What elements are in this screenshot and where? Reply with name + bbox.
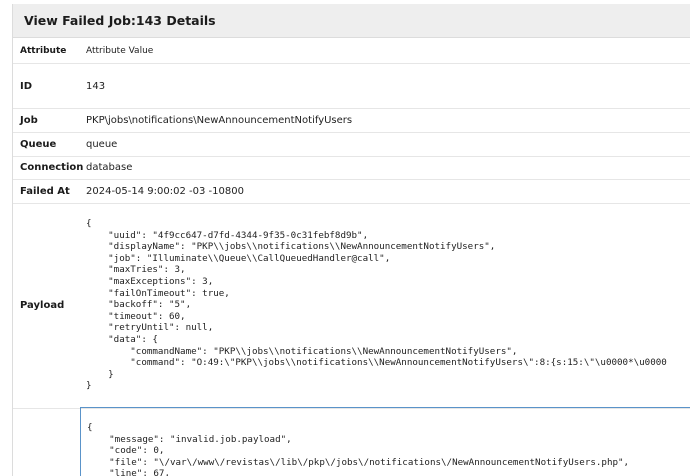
table-row-queue: Queue queue xyxy=(13,132,690,156)
table-row-failed-at: Failed At 2024-05-14 9:00:02 -03 -10800 xyxy=(13,179,690,203)
failed-job-details-panel: View Failed Job:143 Details Attribute At… xyxy=(12,4,690,476)
row-value: PKP\jobs\notifications\NewAnnouncementNo… xyxy=(86,115,353,126)
row-label: Connection xyxy=(20,162,84,173)
column-header-attribute: Attribute xyxy=(20,46,67,56)
exception-json: { "message": "invalid.job.payload", "cod… xyxy=(87,422,630,476)
column-header-value: Attribute Value xyxy=(86,46,154,56)
row-label: Queue xyxy=(20,139,57,150)
row-label: Job xyxy=(20,115,38,126)
table-row-job: Job PKP\jobs\notifications\NewAnnounceme… xyxy=(13,108,690,132)
table-row-payload: Payload { "uuid": "4f9cc647-d7fd-4344-9f… xyxy=(13,203,690,408)
row-value: queue xyxy=(86,139,118,150)
row-value: 2024-05-14 9:00:02 -03 -10800 xyxy=(86,186,244,197)
panel-title: View Failed Job:143 Details xyxy=(13,4,690,38)
exception-json-box[interactable]: { "message": "invalid.job.payload", "cod… xyxy=(80,407,690,476)
row-value: database xyxy=(86,162,133,173)
row-label: Payload xyxy=(20,300,65,311)
table-row-connection: Connection database xyxy=(13,156,690,179)
row-label: ID xyxy=(20,81,33,92)
row-label: Failed At xyxy=(20,186,70,197)
payload-json: { "uuid": "4f9cc647-d7fd-4344-9f35-0c31f… xyxy=(86,218,667,392)
table-header-row: Attribute Attribute Value xyxy=(13,38,690,63)
row-value: 143 xyxy=(86,81,106,92)
table-row-id: ID 143 xyxy=(13,63,690,108)
